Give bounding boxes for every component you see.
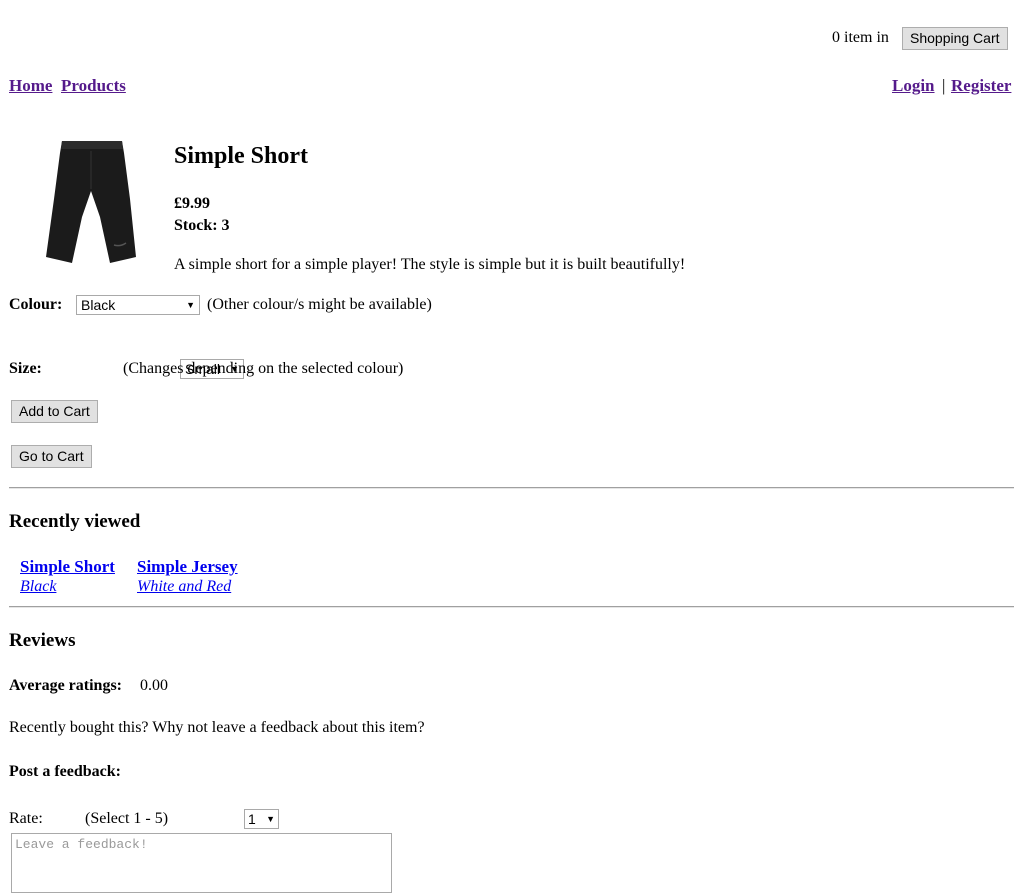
shorts-icon: [46, 141, 136, 263]
product-price: £9.99: [174, 195, 210, 212]
colour-note: (Other colour/s might be available): [207, 296, 432, 313]
recently-viewed-item-name[interactable]: Simple Short: [20, 557, 115, 577]
shopping-cart-button[interactable]: Shopping Cart: [902, 27, 1008, 50]
divider: [9, 487, 1014, 489]
colour-label: Colour:: [9, 296, 63, 313]
product-image: [44, 139, 139, 264]
recently-viewed-item-name[interactable]: Simple Jersey: [137, 557, 238, 577]
product-title: Simple Short: [174, 143, 309, 169]
product-stock: Stock: 3: [174, 217, 230, 234]
colour-select[interactable]: Black ▼: [76, 295, 200, 315]
add-to-cart-button[interactable]: Add to Cart: [11, 400, 98, 423]
nav-home-link[interactable]: Home: [9, 76, 52, 96]
nav-login-link[interactable]: Login: [892, 76, 935, 96]
rate-select[interactable]: 1 ▼: [244, 809, 279, 829]
rate-label: Rate:: [9, 810, 43, 827]
average-ratings-label: Average ratings:: [9, 677, 122, 694]
nav-products-link[interactable]: Products: [61, 76, 126, 96]
size-label: Size:: [9, 360, 42, 377]
rate-select-value: 1: [248, 811, 256, 827]
go-to-cart-button[interactable]: Go to Cart: [11, 445, 92, 468]
divider: [9, 606, 1014, 608]
cart-count-text: 0 item in: [832, 29, 889, 46]
dropdown-arrow-icon: ▼: [266, 814, 275, 824]
product-description: A simple short for a simple player! The …: [174, 256, 686, 273]
average-ratings-value: 0.00: [140, 677, 168, 694]
recently-viewed-item-variant[interactable]: White and Red: [137, 578, 231, 596]
size-note: (Changes depending on the selected colou…: [123, 360, 404, 377]
dropdown-arrow-icon: ▼: [186, 300, 195, 310]
rate-note: (Select 1 - 5): [85, 810, 169, 827]
feedback-textarea[interactable]: Leave a feedback!: [11, 833, 392, 893]
nav-register-link[interactable]: Register: [951, 76, 1011, 96]
feedback-prompt: Recently bought this? Why not leave a fe…: [9, 719, 425, 736]
feedback-placeholder: Leave a feedback!: [15, 837, 148, 852]
colour-select-value: Black: [81, 297, 116, 313]
nav-separator: |: [942, 76, 946, 95]
recently-viewed-item-variant[interactable]: Black: [20, 578, 56, 596]
post-feedback-heading: Post a feedback:: [9, 763, 121, 780]
recently-viewed-heading: Recently viewed: [9, 511, 141, 532]
reviews-heading: Reviews: [9, 630, 76, 651]
